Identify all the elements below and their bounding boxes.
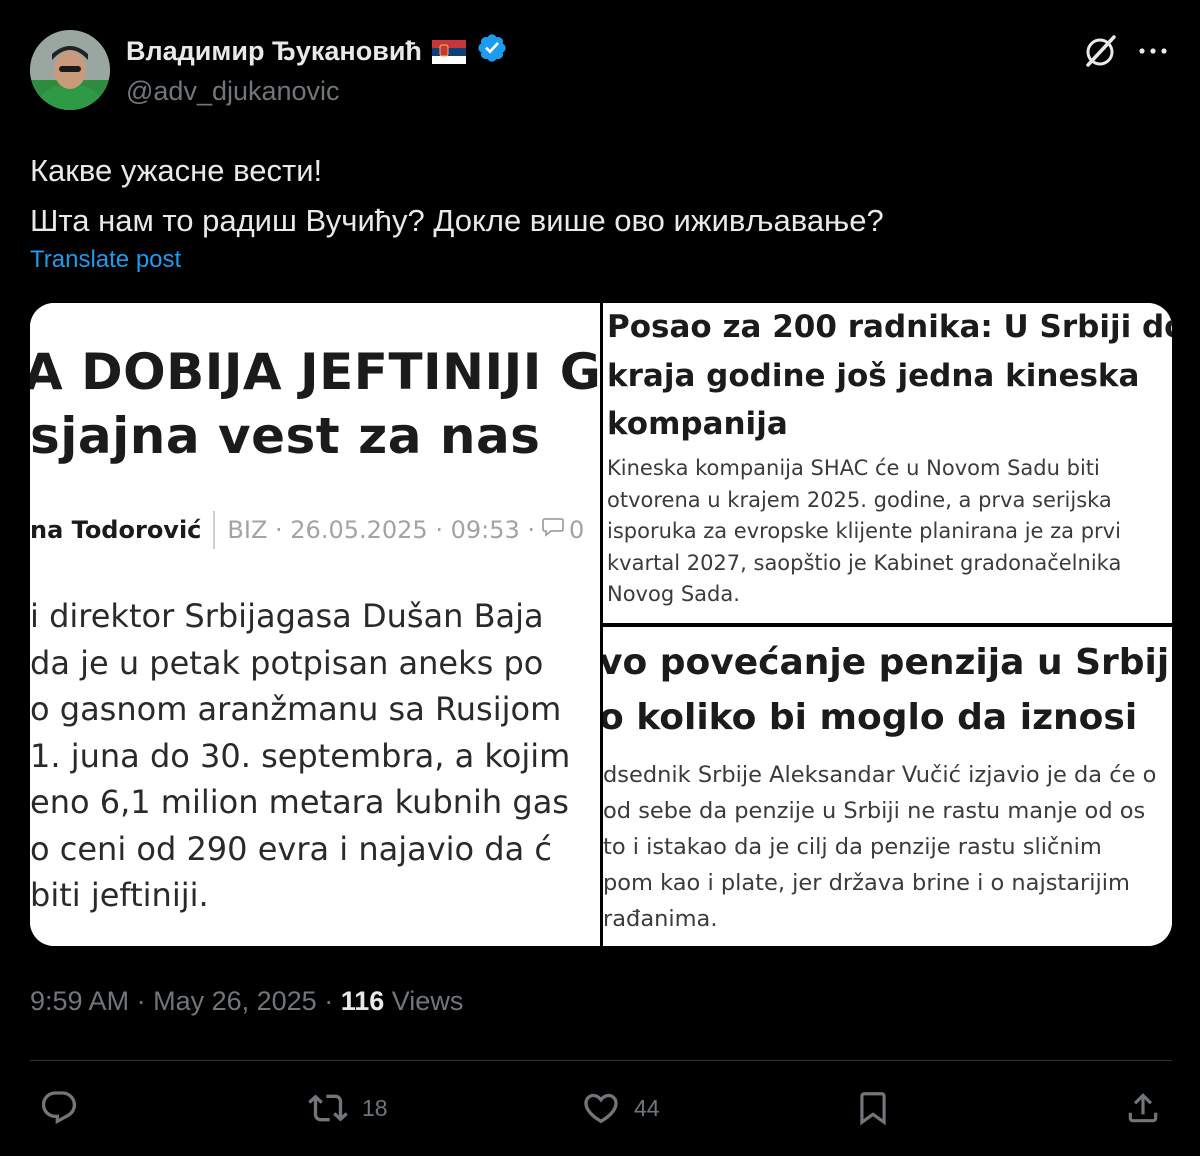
bookmark-icon <box>854 1088 892 1128</box>
article-headline: vo povećanje penzija u Srbiji o koliko b… <box>603 642 1172 738</box>
article-body: Kineska kompanija SHAC će u Novom Sadu b… <box>607 456 1122 606</box>
post-time[interactable]: 9:59 AM <box>30 986 129 1016</box>
article-screenshot-top-right: Posao za 200 radnika: U Srbiji do kraja … <box>603 303 1172 623</box>
tweet-text: Какве ужасне вести! Шта нам то радиш Вуч… <box>30 146 1170 246</box>
heart-icon <box>580 1088 622 1128</box>
serbia-flag-icon <box>431 39 466 64</box>
verified-badge-icon <box>476 32 508 71</box>
article-body: i direktor Srbijagasa Dušan Baja da je u… <box>30 597 571 914</box>
like-count: 44 <box>634 1094 660 1121</box>
divider <box>30 1060 1172 1061</box>
article-body: dsednik Srbije Aleksandar Vučić izjavio … <box>603 762 1157 932</box>
article-headline: Posao za 200 radnika: U Srbiji do kraja … <box>607 309 1172 442</box>
views-count: 116 <box>340 986 385 1016</box>
repost-count: 18 <box>362 1094 388 1121</box>
article-byline: na Todorović BIZ · 26.05.2025 · 09:53 · … <box>30 511 584 549</box>
post-date[interactable]: May 26, 2025 <box>153 986 317 1016</box>
tweet-text-line: Шта нам то радиш Вучићу? Докле више ово … <box>30 203 884 238</box>
article-meta: BIZ · 26.05.2025 · 09:53 · <box>227 516 535 544</box>
byline-divider <box>213 511 216 549</box>
tweet-text-line: Какве ужасне вести! <box>30 153 323 188</box>
views-label: Views <box>391 986 464 1016</box>
article-headline: A DOBIJA JEFTINIJI GA <box>30 343 600 401</box>
like-button[interactable]: 44 <box>580 1086 660 1130</box>
author-name-row[interactable]: Владимир Ђукановић <box>126 32 508 71</box>
avatar-image <box>30 30 110 110</box>
translate-post-link[interactable]: Translate post <box>30 246 181 274</box>
grok-icon[interactable] <box>1082 32 1120 70</box>
comment-icon <box>541 516 565 544</box>
article-screenshot-bottom-right: vo povećanje penzija u Srbiji o koliko b… <box>603 627 1172 946</box>
attached-image[interactable]: A DOBIJA JEFTINIJI GA sjajna vest za nas… <box>30 303 1172 946</box>
article-author: na Todorović <box>30 516 202 544</box>
reply-button[interactable] <box>38 1086 92 1130</box>
reply-icon <box>38 1088 80 1128</box>
share-icon <box>1124 1088 1162 1128</box>
collage-divider <box>600 623 1172 627</box>
bookmark-button[interactable] <box>854 1086 892 1130</box>
share-button[interactable] <box>1124 1086 1162 1130</box>
author-handle[interactable]: @adv_djukanovic <box>126 76 340 107</box>
article-headline: sjajna vest za nas <box>30 407 541 465</box>
repost-icon <box>306 1088 350 1128</box>
repost-button[interactable]: 18 <box>306 1086 388 1130</box>
article-screenshot-left: A DOBIJA JEFTINIJI GA sjajna vest za nas… <box>30 303 600 946</box>
display-name[interactable]: Владимир Ђукановић <box>126 36 422 67</box>
post-meta: 9:59 AM · May 26, 2025 · 116 Views <box>30 986 464 1016</box>
more-options-icon[interactable] <box>1136 36 1170 66</box>
article-comment-count: 0 <box>569 516 585 544</box>
avatar[interactable] <box>30 30 110 110</box>
